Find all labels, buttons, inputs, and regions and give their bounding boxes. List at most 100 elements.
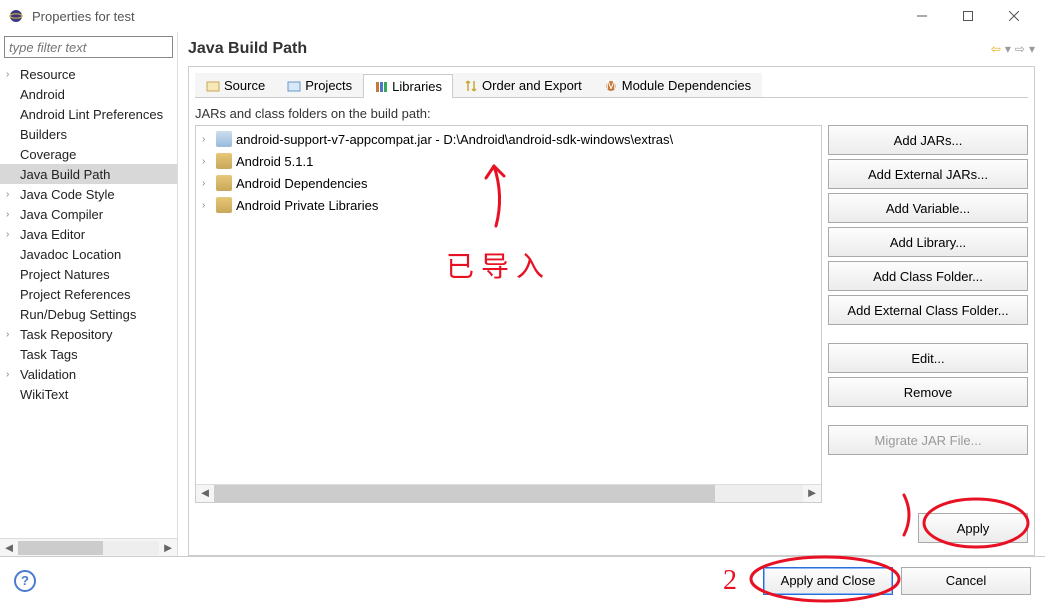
close-button[interactable] xyxy=(991,0,1037,32)
tree-item[interactable]: Coverage xyxy=(0,144,177,164)
tab-module-deps[interactable]: M Module Dependencies xyxy=(593,73,762,97)
cancel-button[interactable]: Cancel xyxy=(901,567,1031,595)
tree-horizontal-scrollbar[interactable]: ◄ ► xyxy=(0,538,177,556)
tab-projects[interactable]: Projects xyxy=(276,73,363,97)
migrate-jar-button: Migrate JAR File... xyxy=(828,425,1028,455)
tab-source[interactable]: Source xyxy=(195,73,276,97)
dialog-bottom-bar: ? Apply and Close Cancel 2 xyxy=(0,556,1045,604)
minimize-button[interactable] xyxy=(899,0,945,32)
projects-icon xyxy=(287,79,301,93)
tree-item-label: Task Tags xyxy=(20,347,78,362)
forward-menu-icon[interactable]: ▾ xyxy=(1029,42,1035,56)
library-item[interactable]: ›Android Dependencies xyxy=(198,172,819,194)
add-external-class-folder-button[interactable]: Add External Class Folder... xyxy=(828,295,1028,325)
back-icon[interactable]: ⇦ xyxy=(991,42,1001,56)
tree-item-label: Java Code Style xyxy=(20,187,115,202)
chevron-right-icon: › xyxy=(6,189,20,200)
window-title: Properties for test xyxy=(32,9,899,24)
library-icon xyxy=(216,197,232,213)
filter-input[interactable] xyxy=(4,36,173,58)
remove-button[interactable]: Remove xyxy=(828,377,1028,407)
chevron-right-icon: › xyxy=(202,200,216,211)
tree-item[interactable]: ›Java Editor xyxy=(0,224,177,244)
apply-button[interactable]: Apply xyxy=(918,513,1028,543)
tree-item[interactable]: ›Java Code Style xyxy=(0,184,177,204)
tab-label: Source xyxy=(224,78,265,93)
module-icon: M xyxy=(604,79,618,93)
tree-item[interactable]: ›Validation xyxy=(0,364,177,384)
library-icon xyxy=(216,153,232,169)
order-icon xyxy=(464,79,478,93)
scroll-thumb[interactable] xyxy=(18,541,103,555)
add-jars-button[interactable]: Add JARs... xyxy=(828,125,1028,155)
tree-item[interactable]: Task Tags xyxy=(0,344,177,364)
tab-label: Projects xyxy=(305,78,352,93)
add-external-jars-button[interactable]: Add External JARs... xyxy=(828,159,1028,189)
tab-label: Libraries xyxy=(392,79,442,94)
tab-libraries[interactable]: Libraries xyxy=(363,74,453,98)
tree-item-label: Javadoc Location xyxy=(20,247,121,262)
tree-item-label: Builders xyxy=(20,127,67,142)
chevron-right-icon: › xyxy=(202,134,216,145)
help-icon[interactable]: ? xyxy=(14,570,36,592)
chevron-right-icon: › xyxy=(202,156,216,167)
library-item[interactable]: › Android Private Libraries xyxy=(198,194,819,216)
tree-item[interactable]: Run/Debug Settings xyxy=(0,304,177,324)
tree-item[interactable]: Android xyxy=(0,84,177,104)
library-icon xyxy=(216,175,232,191)
nav-history: ⇦ ▾ ⇨ ▾ xyxy=(991,42,1035,56)
annotation-2: 2 xyxy=(723,565,737,596)
tab-label: Module Dependencies xyxy=(622,78,751,93)
tree-item[interactable]: Builders xyxy=(0,124,177,144)
scroll-right-icon[interactable]: ► xyxy=(803,485,821,502)
libraries-subtitle: JARs and class folders on the build path… xyxy=(195,106,1028,121)
svg-text:M: M xyxy=(605,79,616,92)
chevron-right-icon: › xyxy=(6,329,20,340)
scroll-thumb[interactable] xyxy=(214,485,715,502)
tree-item-label: Coverage xyxy=(20,147,76,162)
tree-item-label: Android Lint Preferences xyxy=(20,107,163,122)
apply-and-close-button[interactable]: Apply and Close xyxy=(763,567,893,595)
edit-button[interactable]: Edit... xyxy=(828,343,1028,373)
titlebar: Properties for test xyxy=(0,0,1045,32)
forward-icon[interactable]: ⇨ xyxy=(1015,42,1025,56)
library-item-label: Android 5.1.1 xyxy=(236,154,313,169)
tree-item[interactable]: Javadoc Location xyxy=(0,244,177,264)
chevron-right-icon: › xyxy=(202,178,216,189)
tree-item[interactable]: Java Build Path xyxy=(0,164,177,184)
tree-item-label: Android xyxy=(20,87,65,102)
chevron-right-icon: › xyxy=(6,369,20,380)
libraries-list[interactable]: › android-support-v7-appcompat.jar - D:\A… xyxy=(195,125,822,503)
libraries-horizontal-scrollbar[interactable]: ◄ ► xyxy=(196,484,821,502)
back-menu-icon[interactable]: ▾ xyxy=(1005,42,1011,56)
tab-order-export[interactable]: Order and Export xyxy=(453,73,593,97)
add-variable-button[interactable]: Add Variable... xyxy=(828,193,1028,223)
library-item-label: android-support-v7-appcompat.jar - D:\An… xyxy=(236,132,673,147)
library-item[interactable]: › android-support-v7-appcompat.jar - D:\A… xyxy=(198,128,819,150)
tree-item-label: Task Repository xyxy=(20,327,112,342)
tree-item[interactable]: ›Java Compiler xyxy=(0,204,177,224)
tree-item-label: Java Compiler xyxy=(20,207,103,222)
category-tree[interactable]: ›ResourceAndroidAndroid Lint Preferences… xyxy=(0,62,177,538)
tree-item[interactable]: Android Lint Preferences xyxy=(0,104,177,124)
tab-bar: Source Projects Libraries Order and Expo… xyxy=(195,73,1028,98)
libraries-button-column: Add JARs... Add External JARs... Add Var… xyxy=(828,125,1028,503)
tree-item[interactable]: ›Resource xyxy=(0,64,177,84)
tree-item-label: WikiText xyxy=(20,387,68,402)
library-item-label: Android Private Libraries xyxy=(236,198,378,213)
add-class-folder-button[interactable]: Add Class Folder... xyxy=(828,261,1028,291)
tree-item[interactable]: Project References xyxy=(0,284,177,304)
scroll-right-icon[interactable]: ► xyxy=(159,540,177,555)
maximize-button[interactable] xyxy=(945,0,991,32)
tree-item[interactable]: ›Task Repository xyxy=(0,324,177,344)
scroll-left-icon[interactable]: ◄ xyxy=(196,485,214,502)
tree-item[interactable]: WikiText xyxy=(0,384,177,404)
jar-icon xyxy=(216,131,232,147)
add-library-button[interactable]: Add Library... xyxy=(828,227,1028,257)
window-controls xyxy=(899,0,1037,32)
tree-item-label: Resource xyxy=(20,67,76,82)
tree-item-label: Java Build Path xyxy=(20,167,110,182)
scroll-left-icon[interactable]: ◄ xyxy=(0,540,18,555)
tree-item[interactable]: Project Natures xyxy=(0,264,177,284)
library-item[interactable]: › Android 5.1.1 xyxy=(198,150,819,172)
